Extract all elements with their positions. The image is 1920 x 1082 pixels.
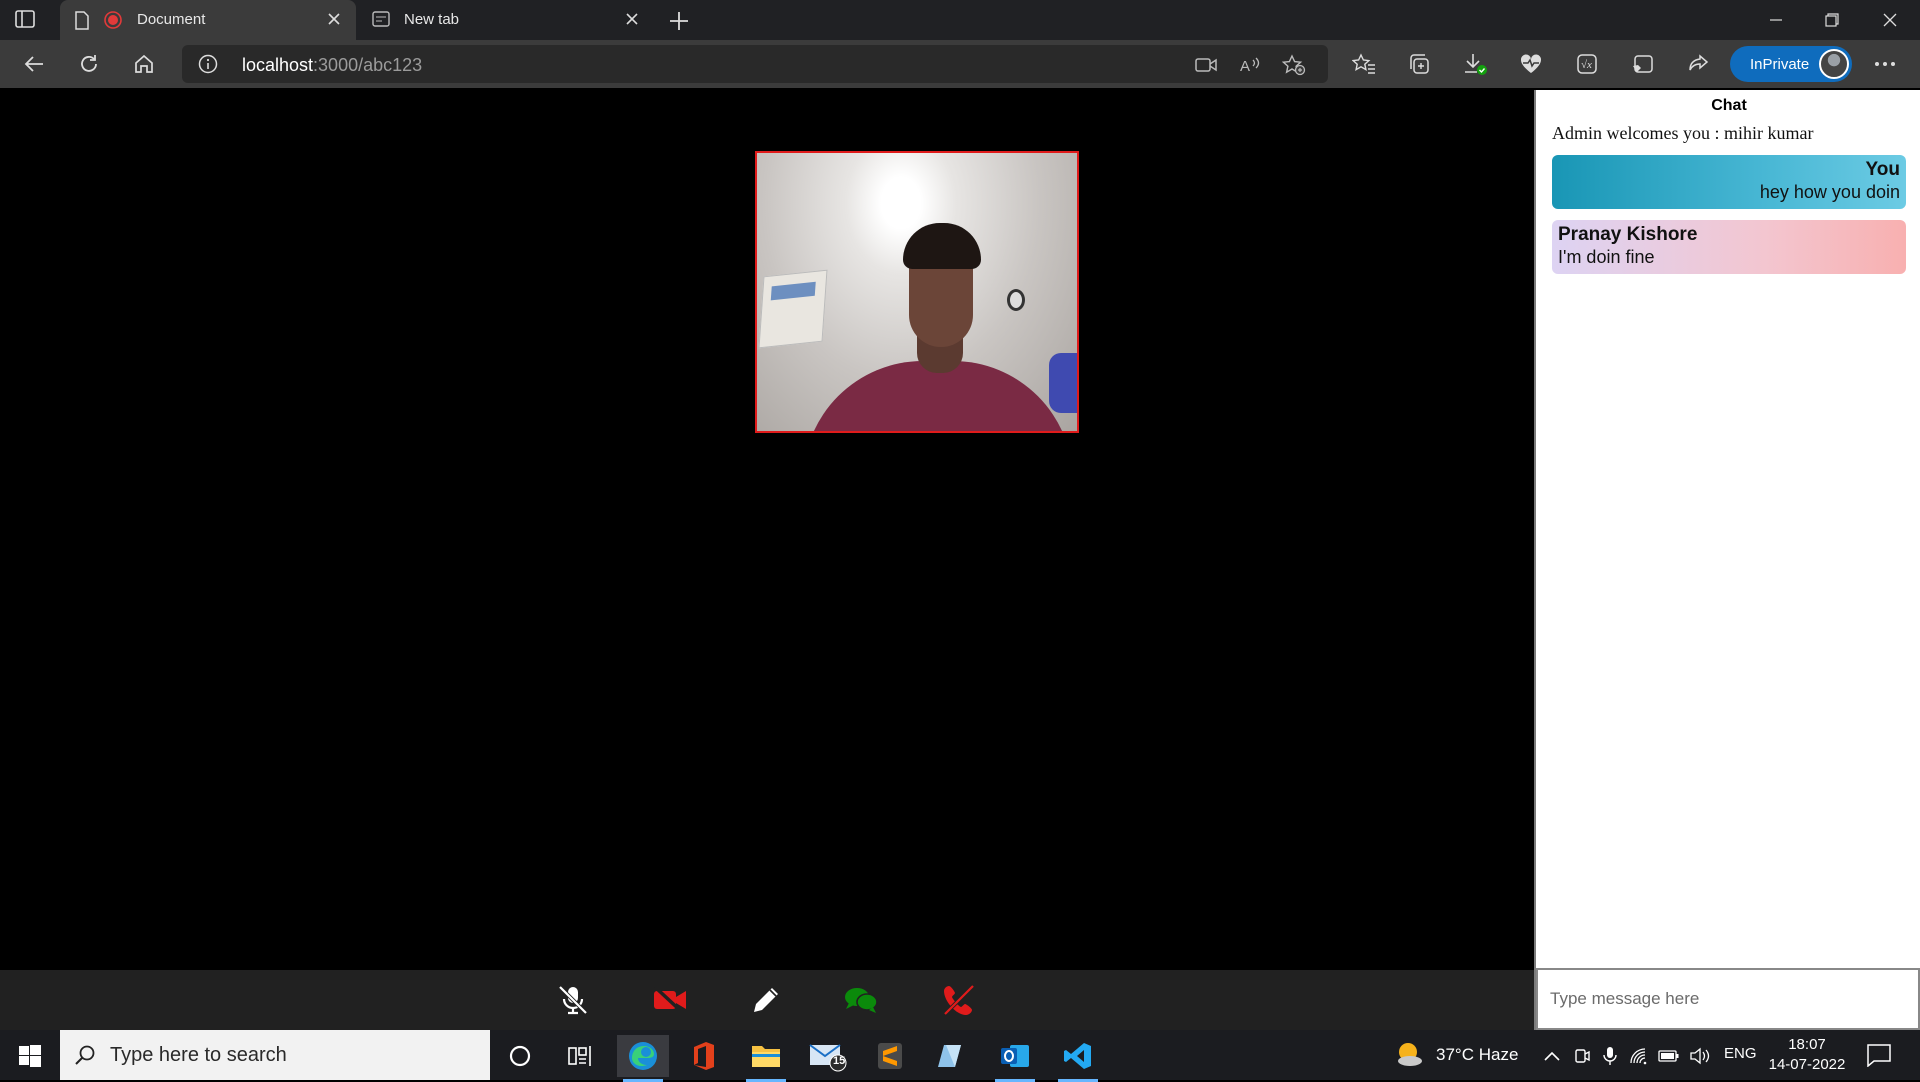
browser-toolbar: localhost:3000/abc123 A √x InPrivate bbox=[0, 40, 1920, 88]
cortana-icon[interactable] bbox=[494, 1035, 546, 1077]
chat-message-other: Pranay Kishore I'm doin fine bbox=[1552, 220, 1906, 274]
recording-icon bbox=[104, 11, 122, 29]
restore-button[interactable] bbox=[1804, 0, 1860, 40]
address-bar[interactable]: localhost:3000/abc123 A bbox=[182, 45, 1328, 83]
svg-text:A: A bbox=[1240, 58, 1250, 74]
message-text: I'm doin fine bbox=[1558, 247, 1655, 267]
show-hidden-icons[interactable] bbox=[1541, 1035, 1563, 1077]
favorites-icon[interactable] bbox=[1349, 49, 1379, 79]
windows-start-icon[interactable] bbox=[8, 1038, 52, 1074]
close-window-button[interactable] bbox=[1862, 0, 1918, 40]
vscode-icon[interactable] bbox=[1052, 1035, 1104, 1082]
mic-off-icon bbox=[558, 985, 588, 1015]
chat-welcome-message: Admin welcomes you : mihir kumar bbox=[1552, 123, 1814, 143]
taskbar-clock[interactable]: 18:07 14-07-2022 bbox=[1760, 1035, 1854, 1075]
mail-badge: 15 bbox=[833, 1055, 846, 1067]
video-off-button[interactable] bbox=[650, 980, 690, 1020]
meet-now-icon[interactable] bbox=[1570, 1035, 1594, 1077]
wall-clock bbox=[1007, 289, 1025, 311]
wifi-icon[interactable] bbox=[1627, 1035, 1651, 1077]
chat-header: Chat bbox=[1711, 97, 1747, 114]
leave-call-button[interactable] bbox=[939, 980, 979, 1020]
back-button[interactable] bbox=[18, 49, 50, 79]
call-controls bbox=[0, 970, 1534, 1030]
settings-more-icon[interactable] bbox=[1870, 49, 1900, 79]
chat-icon bbox=[845, 988, 878, 1013]
browser-tab-strip: Document New tab bbox=[0, 0, 1920, 40]
page-icon bbox=[74, 11, 90, 35]
downloads-icon[interactable] bbox=[1460, 49, 1490, 79]
chat-message-input[interactable] bbox=[1550, 982, 1900, 1016]
chat-toggle-button[interactable] bbox=[841, 980, 881, 1020]
add-favorite-icon[interactable] bbox=[1282, 53, 1306, 77]
weather-widget[interactable]: 37°C Haze bbox=[1394, 1040, 1526, 1070]
edge-taskbar-icon[interactable] bbox=[617, 1035, 669, 1082]
weather-text: 37°C Haze bbox=[1436, 1045, 1519, 1064]
whiteboard-button[interactable] bbox=[746, 980, 786, 1020]
url-path: :3000/abc123 bbox=[313, 55, 423, 75]
minimize-button[interactable] bbox=[1748, 0, 1804, 40]
participant-video[interactable] bbox=[755, 151, 1079, 433]
mute-mic-button[interactable] bbox=[553, 980, 593, 1020]
home-button[interactable] bbox=[128, 49, 160, 79]
tab-new-tab[interactable]: New tab bbox=[358, 0, 654, 40]
camera-in-use-icon[interactable] bbox=[1194, 53, 1218, 77]
microphone-in-use-icon[interactable] bbox=[1598, 1035, 1622, 1077]
chat-input-box bbox=[1536, 968, 1920, 1030]
new-tab-button[interactable] bbox=[666, 8, 692, 34]
svg-text:√x: √x bbox=[1581, 59, 1592, 71]
sublime-text-icon[interactable] bbox=[864, 1035, 916, 1077]
tab-actions-icon[interactable] bbox=[14, 9, 38, 31]
tab-document[interactable]: Document bbox=[60, 0, 356, 40]
inprivate-button[interactable]: InPrivate bbox=[1730, 46, 1852, 82]
inprivate-label: InPrivate bbox=[1750, 56, 1810, 73]
clock-time: 18:07 bbox=[1788, 1036, 1826, 1053]
windows-taskbar: Type here to search 15 37°C Haze ENG bbox=[0, 1030, 1920, 1082]
performance-icon[interactable] bbox=[1628, 49, 1658, 79]
weather-sun-icon bbox=[1398, 1043, 1422, 1066]
mail-icon[interactable]: 15 bbox=[802, 1035, 854, 1077]
phone-hangup-icon bbox=[943, 984, 975, 1016]
clock-date: 14-07-2022 bbox=[1768, 1056, 1846, 1073]
person-hair bbox=[903, 223, 981, 269]
chat-message-mine: You hey how you doin bbox=[1552, 155, 1906, 209]
outlook-icon[interactable] bbox=[989, 1035, 1041, 1082]
url-text: localhost:3000/abc123 bbox=[242, 55, 422, 76]
taskbar-search-box[interactable]: Type here to search bbox=[60, 1030, 490, 1080]
search-placeholder: Type here to search bbox=[110, 1044, 287, 1066]
pencil-icon bbox=[754, 988, 778, 1012]
browser-essentials-icon[interactable] bbox=[1516, 49, 1546, 79]
office-icon[interactable] bbox=[678, 1035, 730, 1077]
close-tab-icon[interactable] bbox=[324, 9, 344, 29]
wall-calendar bbox=[758, 269, 828, 349]
tab-title: Document bbox=[137, 11, 206, 28]
newtab-page-icon bbox=[372, 11, 390, 32]
search-icon bbox=[74, 1044, 96, 1071]
share-icon[interactable] bbox=[1683, 49, 1713, 79]
background-object bbox=[1049, 353, 1077, 413]
tab-title: New tab bbox=[404, 11, 460, 28]
notifications-icon[interactable] bbox=[1866, 1043, 1896, 1069]
read-aloud-icon[interactable]: A bbox=[1238, 53, 1262, 77]
message-sender: You bbox=[1865, 159, 1900, 180]
battery-icon[interactable] bbox=[1657, 1035, 1681, 1077]
math-solver-icon[interactable]: √x bbox=[1572, 49, 1602, 79]
close-tab-icon[interactable] bbox=[622, 9, 642, 29]
file-explorer-icon[interactable] bbox=[740, 1035, 792, 1082]
refresh-button[interactable] bbox=[73, 49, 105, 79]
url-host: localhost bbox=[242, 55, 314, 75]
collections-icon[interactable] bbox=[1404, 49, 1434, 79]
notes-app-icon[interactable] bbox=[924, 1035, 976, 1077]
task-view-icon[interactable] bbox=[554, 1035, 606, 1077]
message-text: hey how you doin bbox=[1759, 182, 1900, 202]
profile-avatar bbox=[1819, 49, 1849, 79]
site-info-icon[interactable] bbox=[198, 54, 218, 79]
language-indicator[interactable]: ENG bbox=[1724, 1045, 1757, 1062]
video-off-icon bbox=[653, 986, 686, 1014]
message-sender: Pranay Kishore bbox=[1558, 224, 1698, 245]
volume-icon[interactable] bbox=[1687, 1035, 1713, 1077]
chat-panel: Chat Admin welcomes you : mihir kumar Yo… bbox=[1534, 90, 1920, 1030]
